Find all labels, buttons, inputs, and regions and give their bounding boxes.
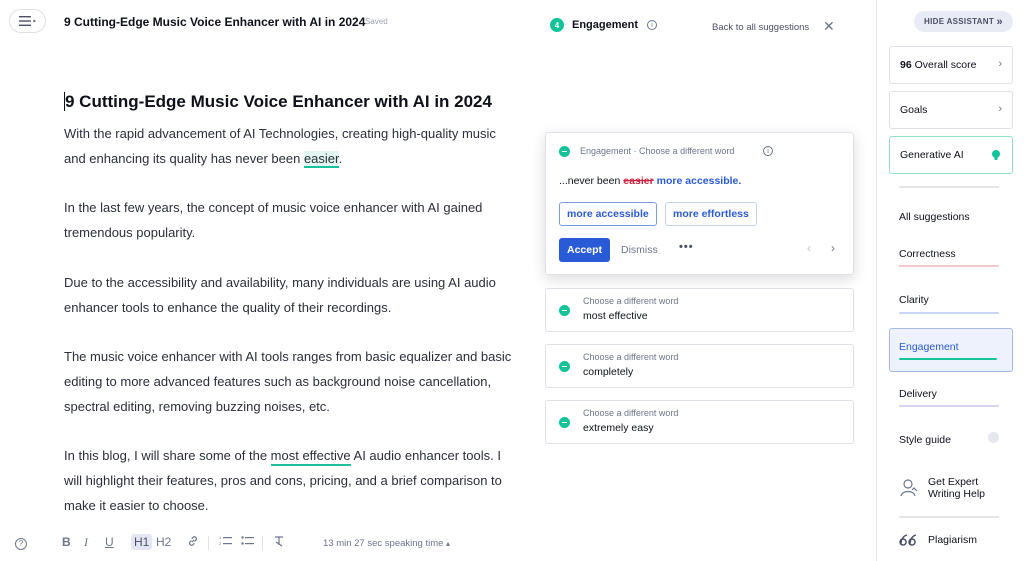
link-button[interactable] bbox=[187, 535, 199, 550]
style-guide-status-dot bbox=[988, 432, 999, 443]
flagged-word-easier[interactable]: easier bbox=[303, 150, 339, 168]
flagged-phrase-most-effective[interactable]: most effective bbox=[270, 448, 351, 467]
document-heading[interactable]: 9 Cutting-Edge Music Voice Enhancer with… bbox=[64, 90, 514, 114]
correctness-bar bbox=[899, 265, 999, 267]
accept-button[interactable]: Accept bbox=[559, 238, 611, 262]
format-toolbar: ? B I U H1 H2 12 13 min 27 sec speaking … bbox=[0, 529, 876, 559]
previous-suggestion-icon[interactable]: ‹ bbox=[807, 241, 811, 255]
clear-format-icon bbox=[275, 536, 283, 547]
italic-button[interactable]: I bbox=[84, 535, 88, 550]
engagement-dot-icon bbox=[559, 417, 570, 428]
expert-help-item[interactable]: Get Expert Writing Help bbox=[899, 476, 1000, 500]
close-icon[interactable]: ✕ bbox=[823, 18, 835, 35]
engagement-dot-icon bbox=[559, 361, 570, 372]
paragraph-4[interactable]: The music voice enhancer with AI tools r… bbox=[64, 345, 514, 419]
divider bbox=[899, 186, 999, 188]
paragraph-3[interactable]: Due to the accessibility and availabilit… bbox=[64, 271, 514, 321]
heading-1-button[interactable]: H1 bbox=[131, 534, 153, 550]
dismiss-button[interactable]: Dismiss bbox=[621, 244, 658, 256]
bulleted-list-icon bbox=[241, 536, 254, 545]
numbered-list-icon: 12 bbox=[219, 535, 232, 546]
plagiarism-item[interactable]: Plagiarism bbox=[899, 533, 977, 547]
more-options-icon[interactable]: ••• bbox=[679, 241, 694, 253]
expert-user-icon bbox=[900, 479, 918, 497]
original-word: easier bbox=[623, 175, 654, 187]
clear-format-button[interactable] bbox=[273, 535, 285, 550]
toolbar-divider bbox=[262, 536, 263, 550]
chevron-right-icon: › bbox=[998, 103, 1002, 115]
category-engagement[interactable]: Engagement bbox=[899, 341, 959, 353]
suggestions-header: 4 Engagement i bbox=[550, 18, 658, 32]
clarity-bar bbox=[899, 312, 999, 314]
all-suggestions-item[interactable]: All suggestions bbox=[899, 211, 970, 223]
suggestion-card[interactable]: Choose a different word completely bbox=[545, 344, 854, 388]
overall-score-button[interactable]: 96 Overall score › bbox=[889, 46, 1013, 84]
divider bbox=[899, 516, 999, 518]
numbered-list-button[interactable]: 12 bbox=[219, 535, 232, 550]
suggestion-count-badge: 4 bbox=[550, 18, 564, 32]
document-title[interactable]: 9 Cutting-Edge Music Voice Enhancer with… bbox=[64, 15, 365, 29]
bold-button[interactable]: B bbox=[62, 535, 71, 549]
caret-up-icon: ▴ bbox=[446, 539, 451, 548]
help-button[interactable]: ? bbox=[15, 535, 27, 550]
back-to-all-suggestions-link[interactable]: Back to all suggestions bbox=[712, 22, 809, 33]
engagement-dot-icon bbox=[559, 305, 570, 316]
delivery-bar bbox=[899, 405, 999, 407]
hide-assistant-button[interactable]: HIDE ASSISTANT » bbox=[914, 11, 1013, 32]
category-clarity[interactable]: Clarity bbox=[899, 294, 929, 306]
goals-button[interactable]: Goals › bbox=[889, 91, 1013, 129]
style-guide-item[interactable]: Style guide bbox=[899, 434, 951, 446]
lightbulb-icon bbox=[992, 150, 1000, 160]
info-icon[interactable]: i bbox=[647, 20, 658, 30]
generative-ai-button[interactable]: Generative AI bbox=[889, 136, 1013, 174]
help-icon: ? bbox=[15, 537, 27, 550]
engagement-bar bbox=[899, 358, 997, 360]
replacement-word: more accessible. bbox=[656, 175, 742, 187]
save-status: Saved bbox=[365, 17, 388, 26]
assistant-sidebar: HIDE ASSISTANT » 96 Overall score › Goal… bbox=[876, 0, 1024, 561]
suggestion-card-label: Engagement · Choose a different word bbox=[580, 146, 735, 156]
app-window: 9 Cutting-Edge Music Voice Enhancer with… bbox=[0, 0, 1024, 561]
hamburger-menu-icon bbox=[18, 16, 36, 26]
chevron-right-icon: › bbox=[998, 58, 1002, 70]
svg-text:2: 2 bbox=[219, 541, 222, 546]
option-more-effortless[interactable]: more effortless bbox=[665, 202, 757, 226]
category-correctness[interactable]: Correctness bbox=[899, 248, 956, 260]
quote-icon bbox=[899, 534, 917, 546]
double-chevron-right-icon: » bbox=[996, 15, 1003, 28]
toolbar-divider bbox=[208, 536, 209, 550]
suggestions-category-title: Engagement bbox=[572, 19, 639, 31]
active-suggestion-card[interactable]: Engagement · Choose a different word i .… bbox=[545, 132, 854, 275]
link-icon bbox=[189, 536, 197, 546]
editor-area[interactable]: 9 Cutting-Edge Music Voice Enhancer with… bbox=[64, 90, 514, 522]
paragraph-5[interactable]: In this blog, I will share some of the m… bbox=[64, 444, 514, 518]
suggestion-preview: ...never been easier more accessible. bbox=[559, 175, 742, 187]
bulleted-list-button[interactable] bbox=[241, 535, 254, 550]
next-suggestion-icon[interactable]: › bbox=[831, 241, 835, 255]
paragraph-1[interactable]: With the rapid advancement of AI Technol… bbox=[64, 122, 514, 172]
speaking-time[interactable]: 13 min 27 sec speaking time ▴ bbox=[323, 538, 450, 549]
main-menu-button[interactable] bbox=[9, 9, 46, 33]
info-icon[interactable]: i bbox=[763, 146, 773, 156]
engagement-dot-icon bbox=[559, 146, 570, 157]
paragraph-2[interactable]: In the last few years, the concept of mu… bbox=[64, 196, 514, 246]
heading-2-button[interactable]: H2 bbox=[156, 535, 171, 549]
score-value: 96 bbox=[900, 59, 912, 71]
svg-text:1: 1 bbox=[219, 535, 222, 540]
category-delivery[interactable]: Delivery bbox=[899, 388, 937, 400]
suggestion-card[interactable]: Choose a different word most effective bbox=[545, 288, 854, 332]
suggestion-card[interactable]: Choose a different word extremely easy bbox=[545, 400, 854, 444]
option-more-accessible[interactable]: more accessible bbox=[559, 202, 657, 226]
underline-button[interactable]: U bbox=[105, 535, 114, 549]
